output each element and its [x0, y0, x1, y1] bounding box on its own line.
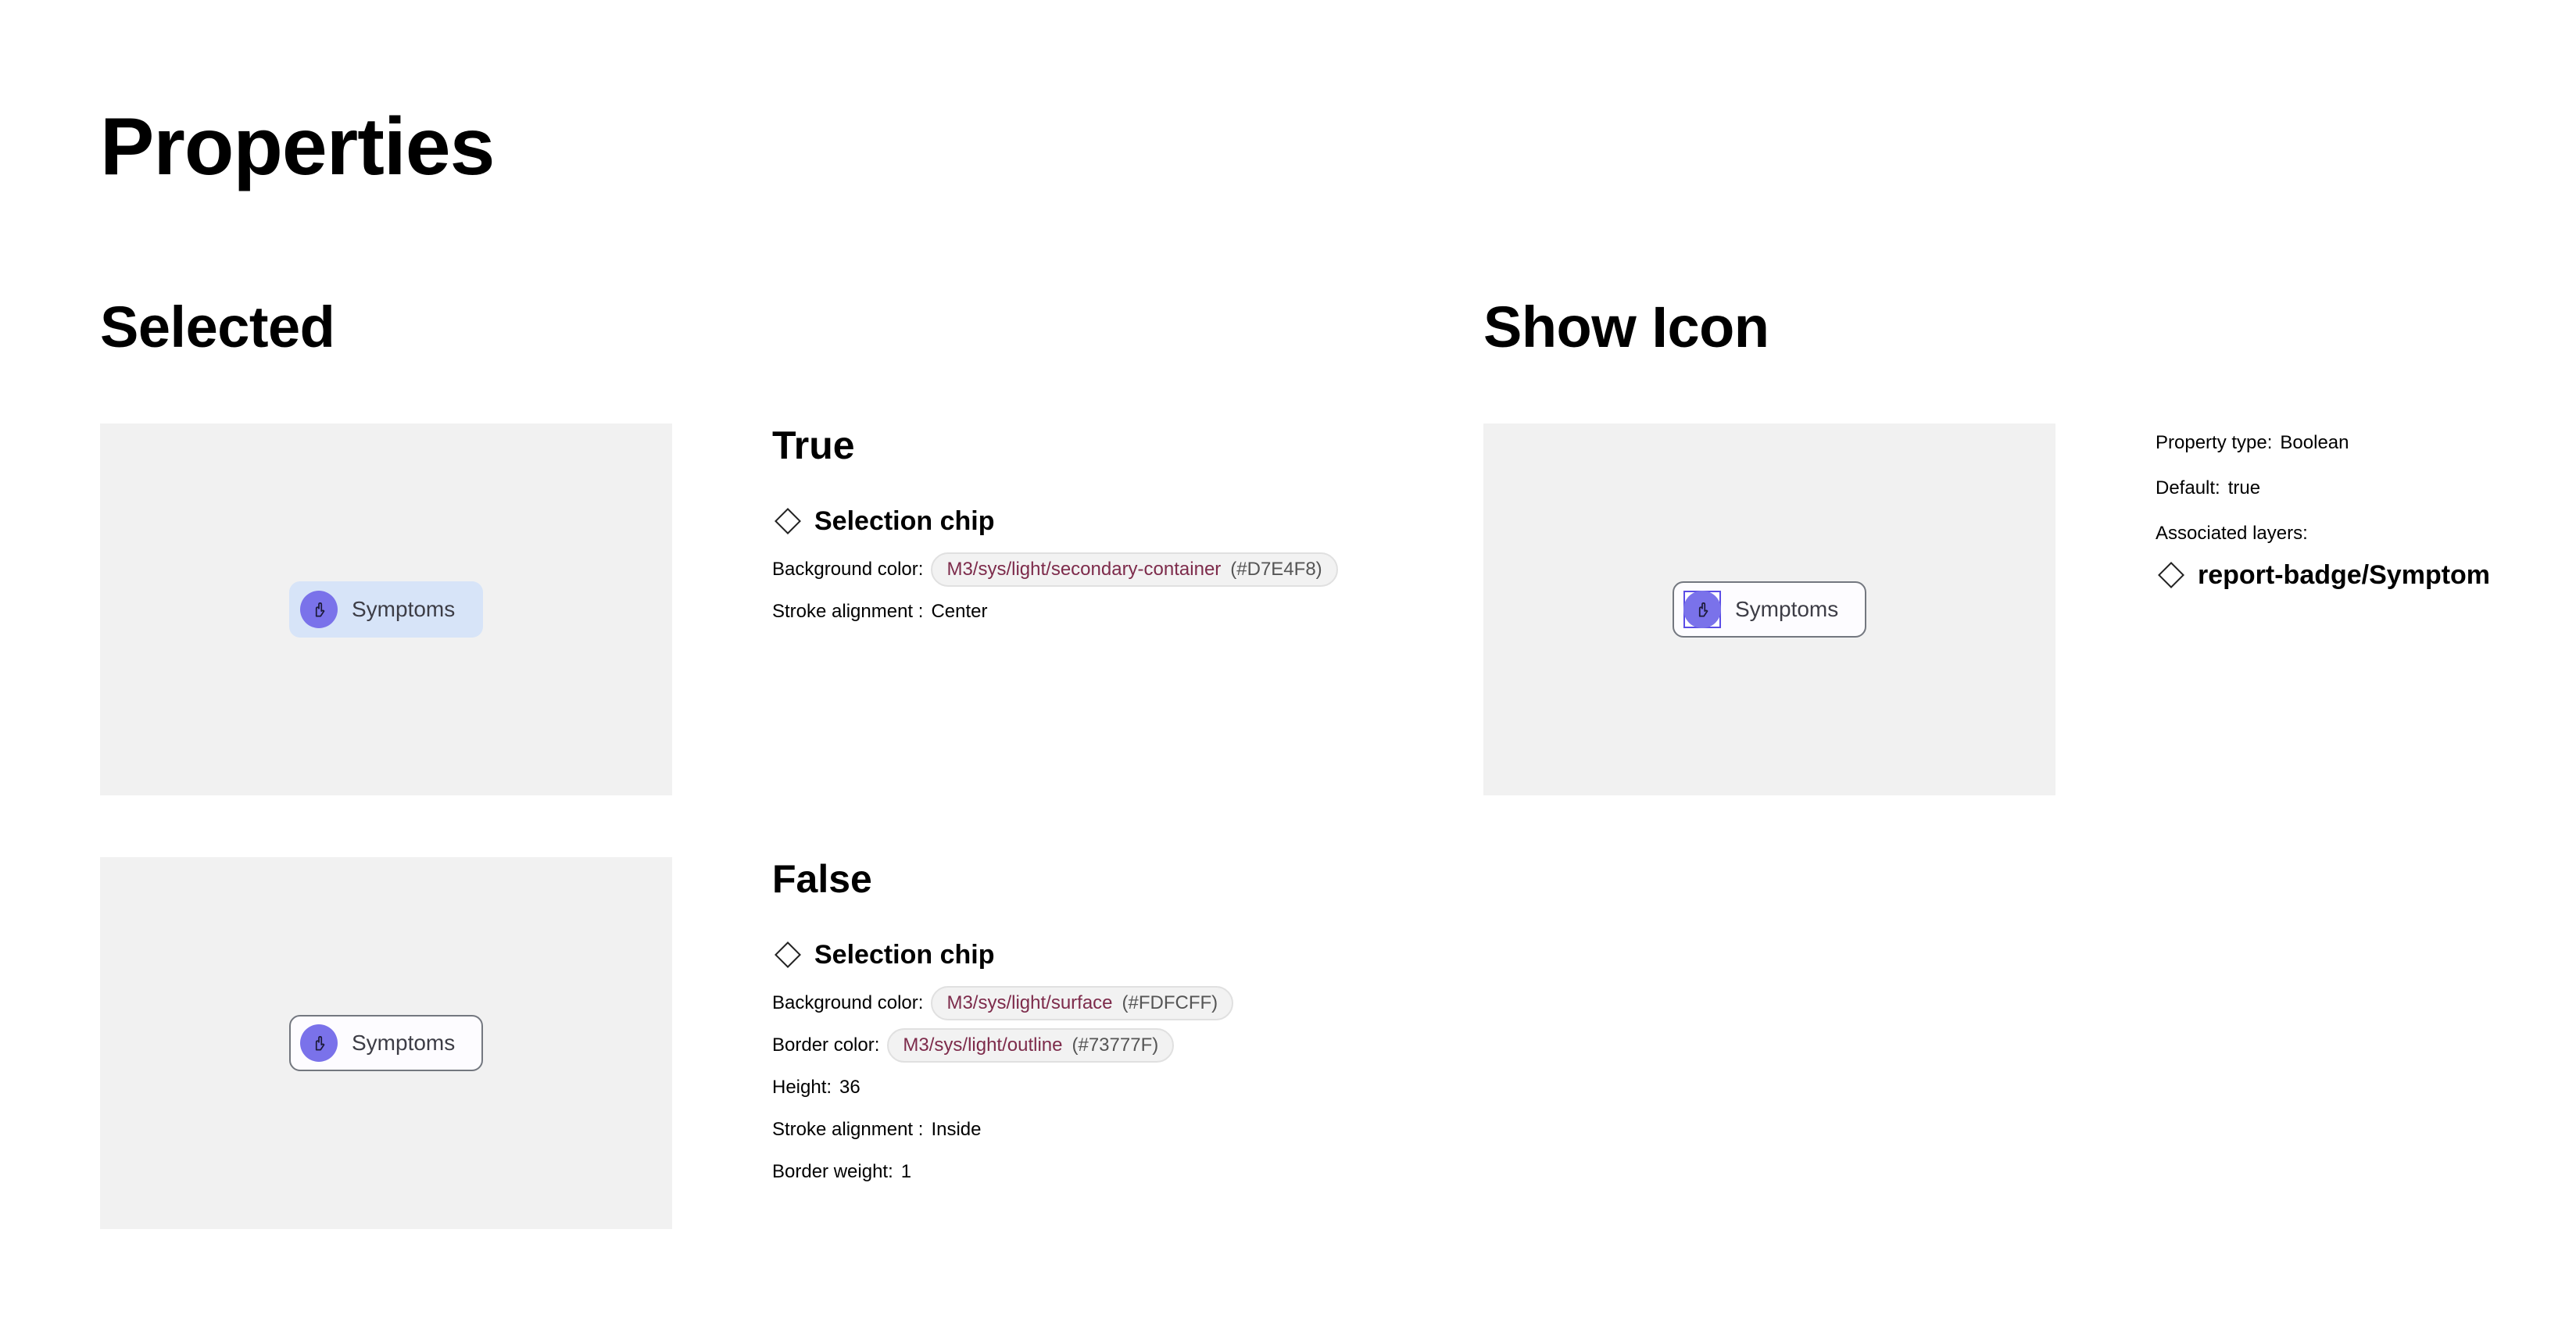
show-icon-props: Property type: Boolean Default: true Ass…: [2156, 420, 2490, 592]
selected-false-preview: Symptoms: [100, 857, 672, 1229]
component-name: Selection chip: [814, 940, 995, 970]
true-component-row: Selection chip: [772, 504, 995, 538]
associated-layer-row: report-badge/Symptom: [2156, 558, 2490, 592]
prop-label: Default:: [2156, 477, 2220, 498]
prop-label: Stroke alignment :: [772, 1119, 924, 1140]
hand-symptom-icon: [300, 1024, 338, 1062]
hand-symptom-icon: [300, 591, 338, 628]
symptoms-chip-selected[interactable]: Symptoms: [289, 581, 483, 638]
prop-label: Border weight:: [772, 1161, 893, 1182]
prop-background-color: Background color: M3/sys/light/surface (…: [772, 982, 1234, 1024]
token-chip[interactable]: M3/sys/light/surface (#FDFCFF): [931, 986, 1234, 1020]
chip-label: Symptoms: [1735, 597, 1839, 621]
false-variant-title: False: [772, 857, 872, 901]
token-hex: (#D7E4F8): [1230, 559, 1322, 580]
prop-stroke-alignment: Stroke alignment : Inside: [772, 1109, 1233, 1151]
prop-property-type: Property type: Boolean: [2156, 420, 2490, 466]
prop-border-color: Border color: M3/sys/light/outline (#737…: [772, 1024, 1233, 1067]
prop-value: 36: [839, 1077, 860, 1098]
symptoms-chip-unselected[interactable]: Symptoms: [289, 1015, 483, 1071]
prop-value: true: [2227, 477, 2261, 498]
token-chip[interactable]: M3/sys/light/outline (#73777F): [887, 1028, 1175, 1063]
component-diamond-icon: [775, 941, 801, 968]
prop-value: Inside: [931, 1119, 982, 1140]
token-name: M3/sys/light/outline: [903, 1034, 1063, 1056]
prop-label: Background color:: [772, 992, 924, 1013]
prop-associated-layers: Associated layers:: [2156, 511, 2490, 556]
prop-label: Stroke alignment :: [772, 601, 924, 622]
prop-label: Background color:: [772, 559, 924, 580]
chip-label: Symptoms: [352, 1031, 456, 1055]
prop-label: Associated layers:: [2156, 523, 2308, 544]
selected-section-title: Selected: [100, 295, 335, 359]
prop-label: Property type:: [2156, 432, 2273, 453]
show-icon-section-title: Show Icon: [1483, 295, 1769, 359]
component-diamond-icon: [2158, 562, 2184, 588]
show-icon-preview: Symptoms: [1483, 423, 2055, 795]
prop-stroke-alignment: Stroke alignment : Center: [772, 591, 1338, 633]
symptoms-chip-with-icon[interactable]: Symptoms: [1673, 581, 1866, 638]
token-name: M3/sys/light/secondary-container: [946, 559, 1222, 580]
icon-layer-selection[interactable]: [1683, 591, 1721, 628]
prop-height: Height: 36: [772, 1067, 1233, 1109]
prop-background-color: Background color: M3/sys/light/secondary…: [772, 548, 1338, 591]
prop-border-weight: Border weight: 1: [772, 1151, 1233, 1193]
prop-value: 1: [900, 1161, 912, 1182]
component-diamond-icon: [775, 508, 801, 534]
true-variant-title: True: [772, 423, 855, 467]
prop-default: Default: true: [2156, 466, 2490, 511]
prop-label: Border color:: [772, 1034, 880, 1056]
prop-label: Height:: [772, 1077, 832, 1098]
hand-symptom-icon: [1683, 591, 1721, 628]
token-hex: (#FDFCFF): [1122, 992, 1218, 1013]
selected-true-preview: Symptoms: [100, 423, 672, 795]
prop-value: Boolean: [2280, 432, 2349, 453]
component-name: Selection chip: [814, 506, 995, 536]
false-props: Background color: M3/sys/light/surface (…: [772, 982, 1234, 1193]
page-title: Properties: [100, 102, 495, 192]
true-props: Background color: M3/sys/light/secondary…: [772, 548, 1338, 633]
chip-label: Symptoms: [352, 597, 456, 621]
token-chip[interactable]: M3/sys/light/secondary-container (#D7E4F…: [931, 552, 1338, 587]
false-component-row: Selection chip: [772, 938, 995, 972]
token-name: M3/sys/light/surface: [946, 992, 1113, 1013]
associated-layer-name: report-badge/Symptom: [2198, 560, 2491, 590]
prop-value: Center: [931, 601, 988, 622]
token-hex: (#73777F): [1072, 1034, 1159, 1056]
